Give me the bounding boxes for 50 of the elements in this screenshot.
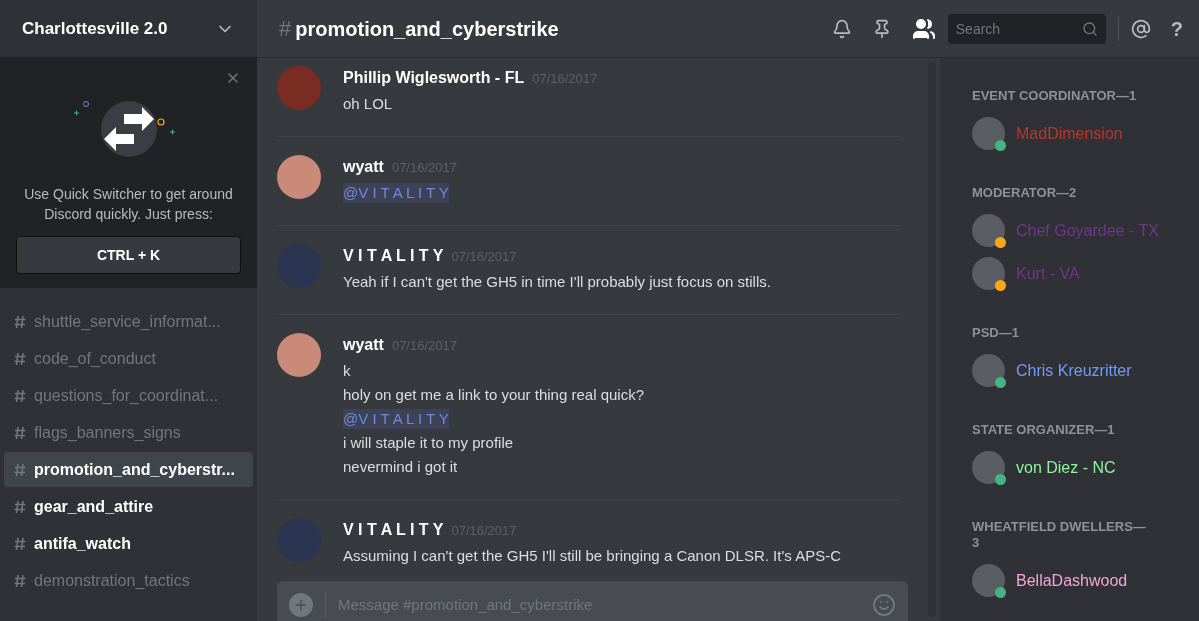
channel-item[interactable]: promotion_and_cyberstr... — [4, 452, 253, 487]
quick-switcher-hint: Use Quick Switcher to get around Discord quickly. Just press: — [23, 185, 234, 224]
message-text: Assuming I can't get the GH5 I'll still be bringing a Canon DLSR. It's APS-C — [343, 546, 841, 566]
avatar[interactable] — [277, 155, 321, 199]
member-item[interactable]: Chris Kreuzritter — [972, 349, 1199, 392]
member-name: von Diez - NC — [1016, 457, 1116, 478]
hash-icon — [14, 425, 26, 440]
author-name[interactable]: V I T A L I T Y — [343, 244, 444, 268]
author-name[interactable]: wyatt — [343, 155, 384, 179]
channel-hash: # — [279, 15, 292, 43]
author-name[interactable]: Phillip Wiglesworth - FL — [343, 66, 525, 90]
member-name: BellaDashwood — [1016, 570, 1128, 591]
message-text: oh LOL — [343, 94, 394, 114]
help-icon[interactable]: ? — [1170, 13, 1183, 44]
member-name: MadDimension — [1016, 123, 1123, 144]
hash-icon — [14, 388, 26, 403]
role-heading: MODERATOR—2 — [972, 185, 1078, 201]
member-name: Chef Goyardee - TX — [1016, 220, 1159, 241]
shortcut-button[interactable]: CTRL + K — [16, 236, 241, 274]
message-text: holy on get me a link to your thing real quick? — [343, 385, 644, 405]
member-name: Chris Kreuzritter — [1016, 360, 1132, 381]
channel-item[interactable]: antifa_watch — [4, 526, 253, 561]
hash-icon — [14, 314, 26, 329]
role-heading: STATE ORGANIZER—1 — [972, 422, 1116, 438]
member-item[interactable]: BellaDashwood — [972, 559, 1199, 602]
message-text: Yeah if I can't get the GH5 in time I'll probably just focus on stills. — [343, 272, 771, 292]
channel-item[interactable]: gear_and_attire — [4, 489, 253, 524]
message-text: k — [343, 361, 352, 381]
members-icon[interactable] — [911, 16, 936, 41]
message-text: nevermind i got it — [343, 457, 459, 477]
hash-icon — [14, 351, 26, 366]
hash-icon — [14, 536, 26, 551]
mentions-icon[interactable] — [1130, 18, 1151, 39]
member-item[interactable]: von Diez - NC — [972, 446, 1199, 489]
author-name[interactable]: wyatt — [343, 333, 384, 357]
role-heading: EVENT COORDINATOR—1 — [972, 88, 1138, 104]
role-heading: WHEATFIELD DWELLERS—3 — [972, 519, 1147, 551]
hash-icon — [14, 499, 26, 514]
hash-icon — [14, 462, 26, 477]
avatar[interactable] — [277, 333, 321, 377]
bell-icon[interactable] — [831, 18, 852, 39]
search-field[interactable]: Search — [947, 13, 1106, 44]
channel-title: promotion_and_cyberstrike — [295, 16, 559, 42]
member-name: Kurt - VA — [1016, 263, 1080, 284]
server-name[interactable]: Charlottesville 2.0 — [22, 15, 168, 42]
author-name[interactable]: V I T A L I T Y — [343, 518, 444, 542]
role-heading: PSD—1 — [972, 325, 1020, 341]
hash-icon — [14, 573, 26, 588]
message-text: i will staple it to my profile — [343, 433, 515, 453]
search-icon — [1081, 20, 1098, 37]
